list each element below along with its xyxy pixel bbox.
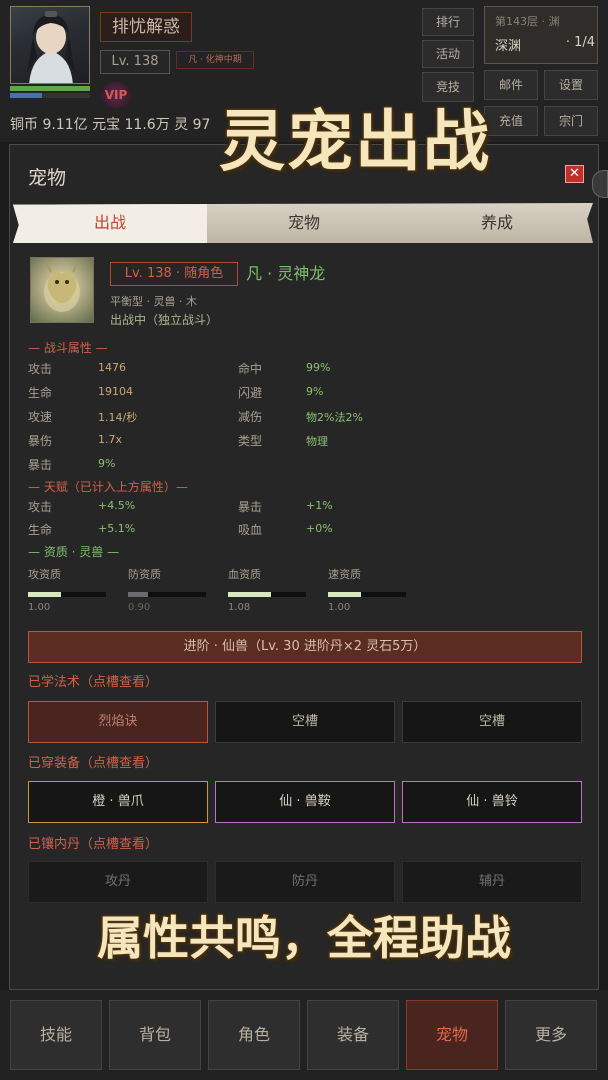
dragon-icon xyxy=(44,263,80,312)
nav-equipment[interactable]: 装备 xyxy=(307,1000,399,1070)
portrait-image xyxy=(27,11,75,83)
player-name[interactable]: 排忧解惑 xyxy=(100,12,192,42)
equipment-slot[interactable]: 仙 · 兽鞍 xyxy=(215,781,395,823)
stat-label: 减伤 xyxy=(238,410,263,424)
aptitude-label: 血资质 xyxy=(228,568,261,581)
player-level: Lv. 138 xyxy=(100,50,170,74)
talent-label: 攻击 xyxy=(28,500,53,514)
aptitude-label: 速资质 xyxy=(328,568,361,581)
aptitude-value: 0.90 xyxy=(128,602,151,613)
panel-title: 宠物 xyxy=(28,167,67,189)
stat-value: 9% xyxy=(306,385,324,398)
talent-value: +0% xyxy=(306,522,333,535)
mp-bar xyxy=(10,93,90,98)
floor-label: 第143层 · 渊 xyxy=(495,15,560,28)
activity-button[interactable]: 活动 xyxy=(422,40,474,68)
equipment-slot[interactable]: 仙 · 兽铃 xyxy=(402,781,582,823)
vip-badge[interactable]: VIP xyxy=(101,82,131,108)
combat-heading: — 战斗属性 — xyxy=(28,341,108,355)
talent-value: +5.1% xyxy=(98,522,136,535)
nav-bag[interactable]: 背包 xyxy=(109,1000,201,1070)
floor-zone: 深渊 xyxy=(495,39,522,54)
rank-button[interactable]: 排行 xyxy=(422,8,474,36)
aptitude-heading: — 资质 · 灵兽 — xyxy=(28,545,120,559)
aptitude-bar xyxy=(328,592,406,597)
stat-value: 物2%法2% xyxy=(306,411,363,424)
aptitude-label: 攻资质 xyxy=(28,568,61,581)
nav-pet[interactable]: 宠物 xyxy=(406,1000,498,1070)
side-drawer-handle[interactable] xyxy=(592,170,608,198)
pet-type-line: 平衡型 · 灵兽 · 木 xyxy=(110,295,197,308)
floor-indicator[interactable]: 第143层 · 渊 深渊 · 1/4 xyxy=(484,6,598,64)
talent-label: 暴击 xyxy=(238,500,263,514)
promo-subtitle: 属性共鸣，全程助战 xyxy=(97,911,511,965)
aptitude-fill xyxy=(328,592,361,597)
nav-character[interactable]: 角色 xyxy=(208,1000,300,1070)
talent-value: +1% xyxy=(306,499,333,512)
stat-label: 命中 xyxy=(238,362,263,376)
advance-button[interactable]: 进阶 · 仙兽（Lv. 30 进阶丹×2 灵石5万） xyxy=(28,631,582,663)
close-button[interactable]: ✕ xyxy=(565,165,584,183)
aptitude-bar xyxy=(28,592,106,597)
aptitude-fill xyxy=(28,592,61,597)
skill-slot[interactable]: 空槽 xyxy=(402,701,582,743)
tab-battle[interactable]: 出战 xyxy=(13,203,207,243)
core-slot[interactable]: 防丹 xyxy=(215,861,395,903)
player-avatar[interactable] xyxy=(10,6,90,84)
nav-skills[interactable]: 技能 xyxy=(10,1000,102,1070)
aptitude-bar xyxy=(228,592,306,597)
tab-pets[interactable]: 宠物 xyxy=(207,203,401,243)
stat-value: 1.7x xyxy=(98,433,123,446)
stat-value: 19104 xyxy=(98,385,133,398)
aptitude-label: 防资质 xyxy=(128,568,161,581)
nav-more[interactable]: 更多 xyxy=(505,1000,597,1070)
core-slot[interactable]: 辅丹 xyxy=(402,861,582,903)
stat-label: 攻速 xyxy=(28,410,53,424)
stat-value: 1.14/秒 xyxy=(98,411,138,424)
pet-status: 出战中（独立战斗） xyxy=(110,313,219,327)
stat-value: 物理 xyxy=(306,435,328,448)
talent-label: 吸血 xyxy=(238,523,263,537)
stat-value: 99% xyxy=(306,361,331,374)
aptitude-fill xyxy=(128,592,148,597)
talent-value: +4.5% xyxy=(98,499,136,512)
stat-label: 攻击 xyxy=(28,362,53,376)
skill-slot[interactable]: 烈焰诀 xyxy=(28,701,208,743)
hp-bar xyxy=(10,86,90,91)
skills-heading: 已学法术（点槽查看） xyxy=(28,675,159,690)
hp-fill xyxy=(10,86,90,91)
stat-value: 1476 xyxy=(98,361,126,374)
stat-label: 生命 xyxy=(28,386,53,400)
pet-level-tag: Lv. 138 · 随角色 xyxy=(110,262,238,286)
talent-heading: — 天赋（已计入上方属性）— xyxy=(28,480,188,494)
core-slot[interactable]: 攻丹 xyxy=(28,861,208,903)
floor-progress: · 1/4 xyxy=(565,35,595,50)
mp-fill xyxy=(10,93,42,98)
skill-slot[interactable]: 空槽 xyxy=(215,701,395,743)
cores-heading: 已镶内丹（点槽查看） xyxy=(28,837,159,852)
aptitude-bar xyxy=(128,592,206,597)
promo-title: 灵宠出战 xyxy=(219,102,491,180)
bottom-nav: 技能 背包 角色 装备 宠物 更多 xyxy=(0,990,608,1080)
pet-portrait[interactable] xyxy=(30,257,94,323)
aptitude-value: 1.00 xyxy=(28,602,51,613)
talent-label: 生命 xyxy=(28,523,53,537)
sect-button[interactable]: 宗门 xyxy=(544,106,598,136)
realm-tag: 凡 · 化神中期 xyxy=(176,51,254,69)
equipment-heading: 已穿装备（点槽查看） xyxy=(28,756,159,771)
tab-cultivate[interactable]: 养成 xyxy=(401,203,593,243)
stat-value: 9% xyxy=(98,457,116,470)
aptitude-value: 1.08 xyxy=(228,602,251,613)
equipment-slot[interactable]: 橙 · 兽爪 xyxy=(28,781,208,823)
settings-button[interactable]: 设置 xyxy=(544,70,598,100)
stat-label: 闪避 xyxy=(238,386,263,400)
aptitude-fill xyxy=(228,592,271,597)
tab-bar: 出战 宠物 养成 xyxy=(13,203,593,243)
stat-label: 暴击 xyxy=(28,458,53,472)
stat-label: 类型 xyxy=(238,434,263,448)
aptitude-value: 1.00 xyxy=(328,602,351,613)
pet-name: 凡 · 灵神龙 xyxy=(246,264,326,283)
pet-panel: 宠物 ✕ 出战 宠物 养成 Lv. 138 · 随角色 凡 · 灵神龙 平衡型 … xyxy=(9,144,599,990)
stat-label: 暴伤 xyxy=(28,434,53,448)
